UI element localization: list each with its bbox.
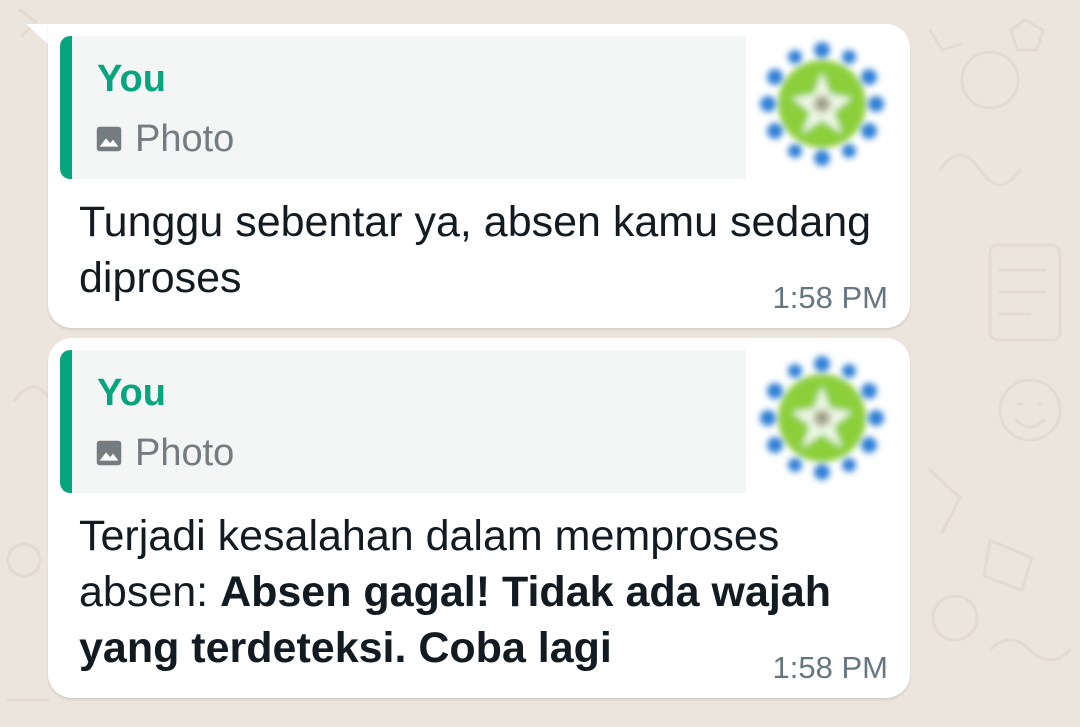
quote-type-label: Photo: [135, 431, 235, 474]
green-blue-mandala-thumbnail[interactable]: [746, 350, 898, 493]
photo-icon: [96, 126, 122, 152]
quote-type-label: Photo: [135, 117, 235, 160]
quote-media-type: Photo: [95, 430, 234, 476]
message-text: Tunggu sebentar ya, absen kamu sedang di…: [79, 198, 872, 302]
message-time: 1:58 PM: [772, 280, 888, 315]
quote-author: You: [97, 372, 166, 414]
quote-author: You: [97, 58, 166, 100]
message-bubble[interactable]: You Photo: [48, 24, 910, 328]
quote-accent-bar: [60, 36, 72, 179]
photo-icon: [96, 440, 122, 466]
quoted-message[interactable]: You Photo: [60, 36, 898, 179]
message-time: 1:58 PM: [772, 650, 888, 685]
message-bubble[interactable]: You Photo: [48, 338, 910, 698]
message-text: Terjadi kesalahan dalam memproses absen:…: [79, 508, 889, 676]
quote-accent-bar: [60, 350, 72, 493]
quote-media-type: Photo: [95, 116, 234, 162]
quoted-message[interactable]: You Photo: [60, 350, 898, 493]
bubble-tail: [26, 24, 50, 46]
green-blue-mandala-thumbnail[interactable]: [746, 36, 898, 179]
